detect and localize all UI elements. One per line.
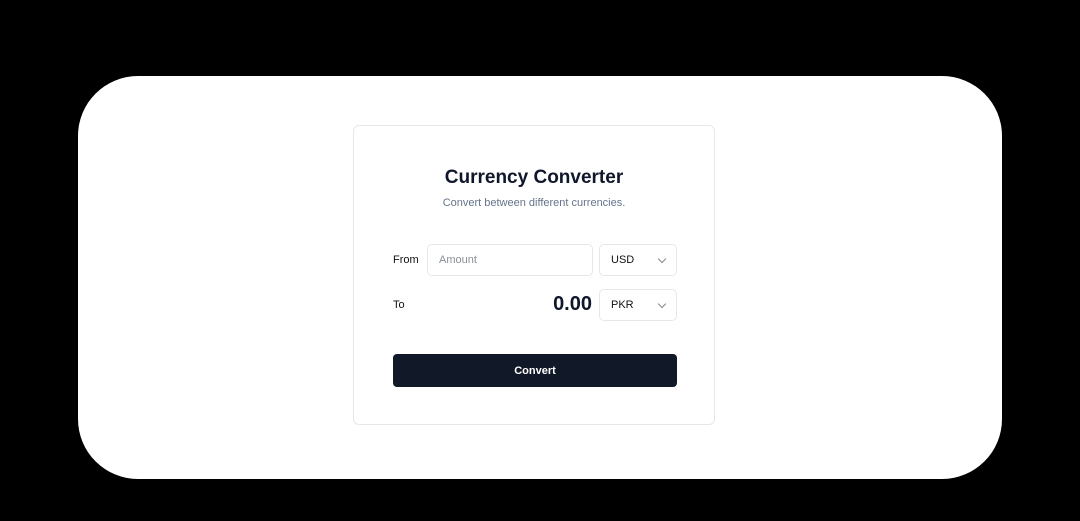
currency-converter-card: Currency Converter Convert between diffe… (353, 125, 715, 425)
converted-result: 0.00 (553, 293, 592, 315)
convert-button[interactable]: Convert (393, 354, 677, 387)
to-currency-value: PKR (611, 299, 634, 311)
from-currency-value: USD (611, 254, 635, 266)
chevron-down-icon (657, 254, 667, 263)
to-currency-select[interactable]: PKR (599, 289, 677, 321)
amount-input[interactable] (427, 244, 593, 276)
from-currency-select[interactable]: USD (599, 244, 677, 276)
card-title: Currency Converter (444, 167, 624, 188)
from-label: From (393, 254, 419, 266)
card-subtitle: Convert between different currencies. (442, 197, 626, 209)
chevron-down-icon (657, 299, 667, 308)
to-label: To (393, 299, 405, 311)
